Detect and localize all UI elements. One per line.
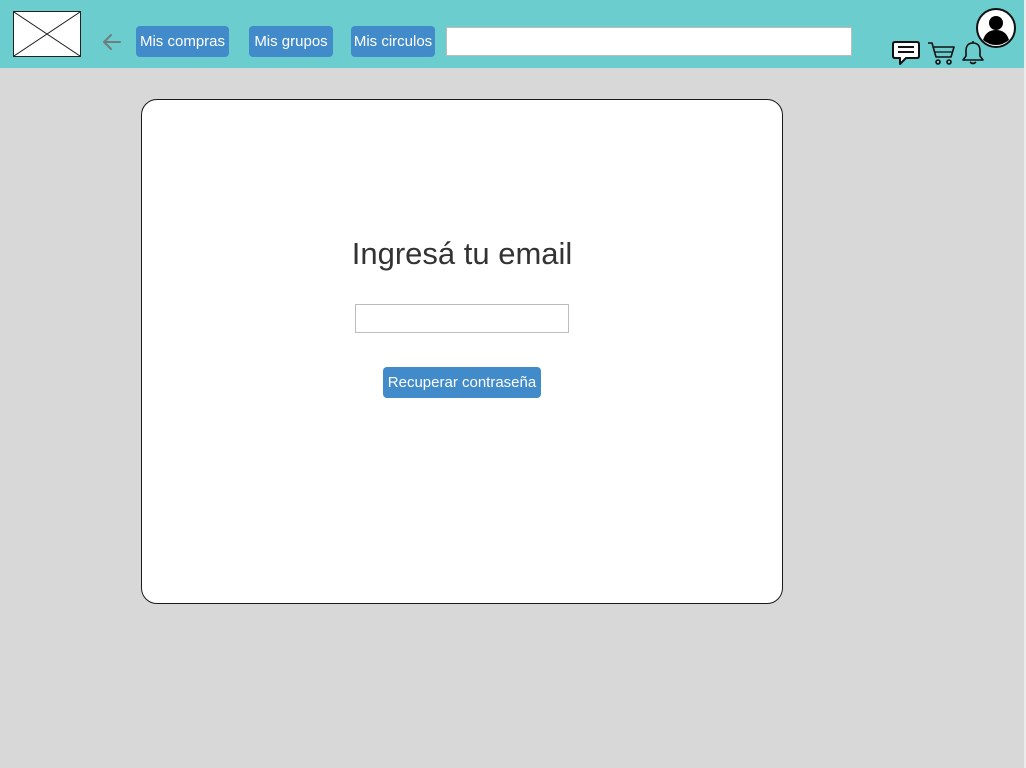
chat-icon[interactable] — [892, 40, 920, 66]
email-field[interactable] — [355, 304, 569, 333]
page-title: Ingresá tu email — [351, 236, 573, 271]
password-recovery-card: Ingresá tu email Recuperar contraseña — [141, 99, 783, 604]
back-arrow-icon[interactable] — [100, 30, 124, 54]
user-avatar-icon[interactable] — [976, 8, 1016, 48]
search-input[interactable] — [446, 27, 852, 56]
mis-grupos-button[interactable]: Mis grupos — [249, 26, 333, 57]
mis-circulos-button[interactable]: Mis circulos — [351, 26, 435, 57]
logo-placeholder-icon — [13, 11, 81, 57]
recover-password-button[interactable]: Recuperar contraseña — [383, 367, 541, 398]
mis-compras-button[interactable]: Mis compras — [136, 26, 229, 57]
cart-icon[interactable] — [927, 40, 955, 66]
top-navigation-bar: Mis compras Mis grupos Mis circulos — [0, 0, 1024, 68]
